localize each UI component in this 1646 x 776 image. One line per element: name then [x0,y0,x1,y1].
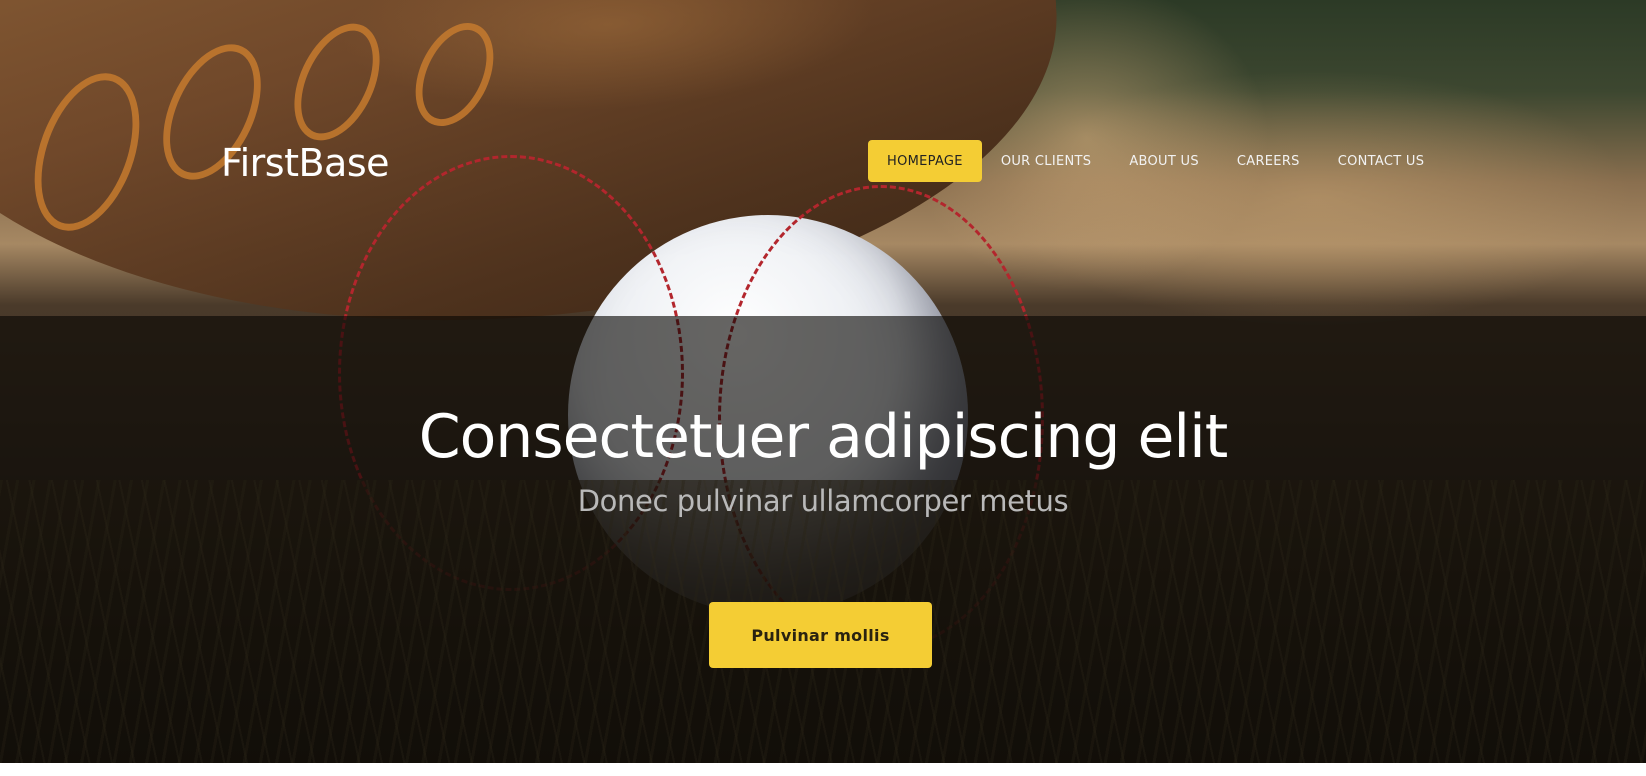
cta-button[interactable]: Pulvinar mollis [709,602,932,668]
hero-subtitle: Donec pulvinar ullamcorper metus [577,484,1069,518]
hero-section: FirstBase HOMEPAGE OUR CLIENTS ABOUT US … [0,0,1646,763]
main-navigation: HOMEPAGE OUR CLIENTS ABOUT US CAREERS CO… [868,140,1443,182]
nav-item-our-clients[interactable]: OUR CLIENTS [982,140,1111,182]
nav-item-contact-us[interactable]: CONTACT US [1319,140,1444,182]
nav-item-about-us[interactable]: ABOUT US [1110,140,1218,182]
nav-item-careers[interactable]: CAREERS [1218,140,1319,182]
hero-title: Consectetuer adipiscing elit [418,402,1229,472]
nav-item-homepage[interactable]: HOMEPAGE [868,140,982,182]
site-logo[interactable]: FirstBase [221,141,390,185]
hero-dark-overlay [0,316,1646,763]
